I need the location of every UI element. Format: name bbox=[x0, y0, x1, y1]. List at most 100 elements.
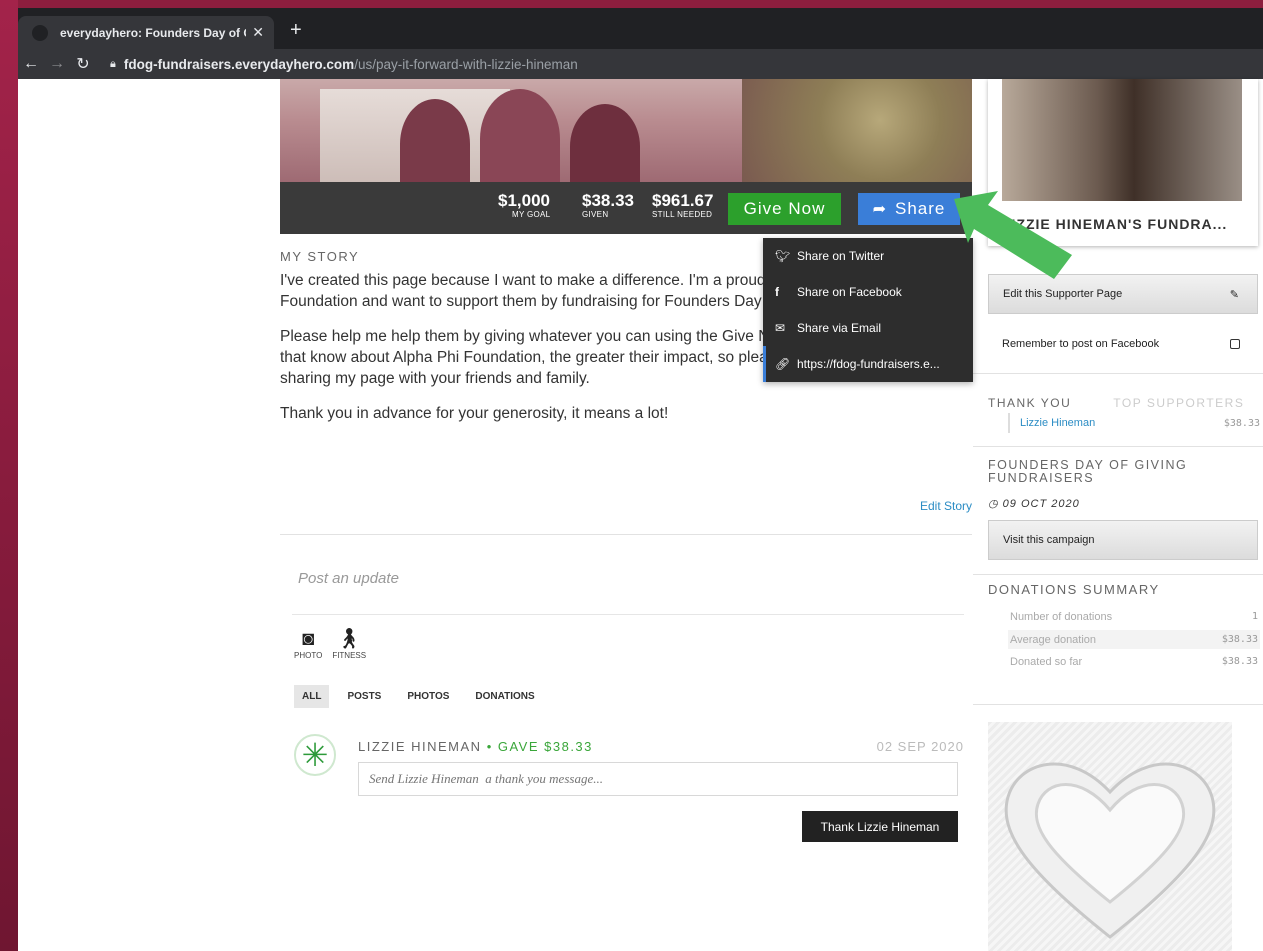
hero-person bbox=[400, 99, 470, 182]
feed-filters: ALL POSTS PHOTOS DONATIONS bbox=[294, 685, 553, 708]
donation-summary-row: Average donation $38.33 bbox=[1008, 630, 1260, 649]
given-label: GIVEN bbox=[582, 210, 609, 219]
envelope-icon: ✉ bbox=[775, 321, 786, 335]
hero-person bbox=[480, 89, 560, 182]
checkbox-icon[interactable] bbox=[1230, 339, 1240, 349]
share-twitter-item[interactable]: 🐦︎ Share on Twitter bbox=[763, 238, 973, 274]
activity-heading: LIZZIE HINEMAN • GAVE $38.33 bbox=[358, 739, 593, 754]
thank-you-message-input[interactable] bbox=[358, 762, 958, 796]
edit-story-link[interactable]: Edit Story bbox=[920, 499, 972, 513]
url-field[interactable]: 🔒︎ fdog-fundraisers.everydayhero.com /us… bbox=[110, 57, 578, 72]
campaign-title: FOUNDERS DAY OF GIVING FUNDRAISERS bbox=[988, 458, 1188, 485]
share-link-item[interactable]: 🔗︎ https://fdog-fundraisers.e... bbox=[763, 346, 973, 382]
hero-image bbox=[280, 79, 972, 182]
needed-stat: $961.67 STILL NEEDED bbox=[652, 191, 713, 219]
donation-summary-value: $38.33 bbox=[1221, 656, 1258, 667]
tab-thank-you[interactable]: THANK YOU bbox=[988, 396, 1071, 410]
needed-label: STILL NEEDED bbox=[652, 210, 713, 219]
desktop-background bbox=[0, 0, 18, 951]
lock-icon: 🔒︎ bbox=[110, 57, 116, 70]
hero-person bbox=[570, 104, 640, 182]
post-tools: ◙ PHOTO 🚶︎ FITNESS bbox=[294, 627, 366, 660]
goal-stat: $1,000 MY GOAL bbox=[498, 191, 550, 219]
goal-label: MY GOAL bbox=[512, 210, 551, 219]
browser-window: everydayhero: Founders Day of Giving ✕ +… bbox=[18, 8, 1263, 951]
share-link-label: https://fdog-fundraisers.e... bbox=[797, 357, 940, 371]
filter-all[interactable]: ALL bbox=[294, 685, 330, 708]
donation-summary-label: Donated so far bbox=[1010, 655, 1083, 668]
remember-facebook-label: Remember to post on Facebook bbox=[1002, 338, 1160, 350]
share-twitter-label: Share on Twitter bbox=[797, 249, 885, 263]
share-dropdown: 🐦︎ Share on Twitter f Share on Facebook … bbox=[763, 238, 973, 382]
new-tab-button[interactable]: + bbox=[290, 20, 302, 40]
divider bbox=[973, 373, 1263, 374]
heart-icon bbox=[1004, 762, 1216, 939]
donor-name[interactable]: LIZZIE HINEMAN bbox=[358, 739, 482, 754]
photo-tool[interactable]: ◙ PHOTO bbox=[294, 627, 322, 660]
filter-posts[interactable]: POSTS bbox=[339, 685, 389, 708]
share-facebook-label: Share on Facebook bbox=[797, 285, 902, 299]
supporter-amount: $38.33 bbox=[1223, 417, 1260, 429]
favicon-icon bbox=[32, 24, 48, 41]
given-stat: $38.33 GIVEN bbox=[582, 191, 634, 219]
visit-campaign-button[interactable]: Visit this campaign bbox=[988, 520, 1258, 560]
supporter-name[interactable]: Lizzie Hineman bbox=[1020, 417, 1095, 429]
give-now-button[interactable]: Give Now bbox=[728, 193, 841, 225]
forward-icon[interactable]: → bbox=[44, 55, 70, 73]
donations-summary-title: DONATIONS SUMMARY bbox=[988, 582, 1160, 597]
share-button[interactable]: ➦ Share bbox=[858, 193, 960, 225]
campaign-date-row: ◷ 09 OCT 2020 bbox=[988, 497, 1080, 510]
fitness-label: FITNESS bbox=[332, 651, 367, 660]
remember-facebook-toggle[interactable]: Remember to post on Facebook bbox=[988, 324, 1258, 364]
walking-icon: 🚶︎ bbox=[336, 628, 362, 650]
donation-summary-label: Number of donations bbox=[1010, 610, 1113, 623]
donation-summary-row: Donated so far $38.33 bbox=[1008, 652, 1260, 671]
divider bbox=[280, 534, 972, 535]
donation-summary-value: 1 bbox=[1251, 611, 1258, 622]
filter-photos[interactable]: PHOTOS bbox=[399, 685, 457, 708]
share-arrow-icon: ➦ bbox=[872, 201, 888, 218]
clock-icon: ◷ bbox=[988, 498, 1003, 510]
goal-value: $1,000 bbox=[498, 191, 550, 210]
address-bar: ← → ↻ 🔒︎ fdog-fundraisers.everydayhero.c… bbox=[18, 49, 1263, 79]
everydayhero-logo-icon: ✳ bbox=[294, 734, 336, 776]
back-icon[interactable]: ← bbox=[18, 55, 44, 73]
facebook-icon: f bbox=[775, 285, 779, 299]
close-tab-icon[interactable]: ✕ bbox=[252, 24, 264, 41]
donation-summary-row: Number of donations 1 bbox=[1008, 607, 1260, 626]
share-email-item[interactable]: ✉ Share via Email bbox=[763, 310, 973, 346]
divider bbox=[973, 704, 1263, 705]
link-icon: 🔗︎ bbox=[775, 357, 791, 371]
reload-icon[interactable]: ↻ bbox=[70, 54, 96, 74]
tab-title: everydayhero: Founders Day of Giving bbox=[60, 25, 246, 40]
divider bbox=[292, 614, 964, 615]
url-host: fdog-fundraisers.everydayhero.com bbox=[123, 56, 355, 72]
donation-summary-value: $38.33 bbox=[1221, 634, 1258, 645]
tab-top-supporters[interactable]: TOP SUPPORTERS bbox=[1113, 396, 1244, 410]
hero-tree bbox=[742, 79, 972, 182]
twitter-icon: 🐦︎ bbox=[775, 249, 791, 263]
divider bbox=[973, 574, 1263, 575]
browser-tab[interactable]: everydayhero: Founders Day of Giving ✕ bbox=[18, 16, 274, 49]
page-content: $1,000 MY GOAL $38.33 GIVEN $961.67 STIL… bbox=[18, 79, 1263, 951]
activity-date: 02 SEP 2020 bbox=[876, 739, 964, 754]
url-path: /us/pay-it-forward-with-lizzie-hineman bbox=[354, 56, 578, 72]
share-label: Share bbox=[895, 199, 946, 218]
heart-badge bbox=[988, 722, 1232, 951]
annotation-arrow-icon bbox=[954, 191, 1072, 279]
share-email-label: Share via Email bbox=[797, 321, 882, 335]
given-value: $38.33 bbox=[582, 191, 634, 210]
visit-campaign-label: Visit this campaign bbox=[1003, 534, 1095, 546]
divider bbox=[973, 446, 1263, 447]
stats-bar: $1,000 MY GOAL $38.33 GIVEN $961.67 STIL… bbox=[280, 182, 972, 234]
post-update-input[interactable]: Post an update bbox=[298, 570, 399, 587]
share-facebook-item[interactable]: f Share on Facebook bbox=[763, 274, 973, 310]
donation-amount: • GAVE $38.33 bbox=[481, 739, 593, 754]
filter-donations[interactable]: DONATIONS bbox=[467, 685, 542, 708]
photo-label: PHOTO bbox=[294, 651, 323, 660]
thank-button[interactable]: Thank Lizzie Hineman bbox=[802, 811, 958, 842]
fitness-tool[interactable]: 🚶︎ FITNESS bbox=[332, 627, 366, 660]
edit-supporter-page-label: Edit this Supporter Page bbox=[1003, 288, 1123, 300]
tab-bar: everydayhero: Founders Day of Giving ✕ + bbox=[18, 8, 1263, 49]
pencil-icon: ✎ bbox=[1229, 288, 1239, 301]
